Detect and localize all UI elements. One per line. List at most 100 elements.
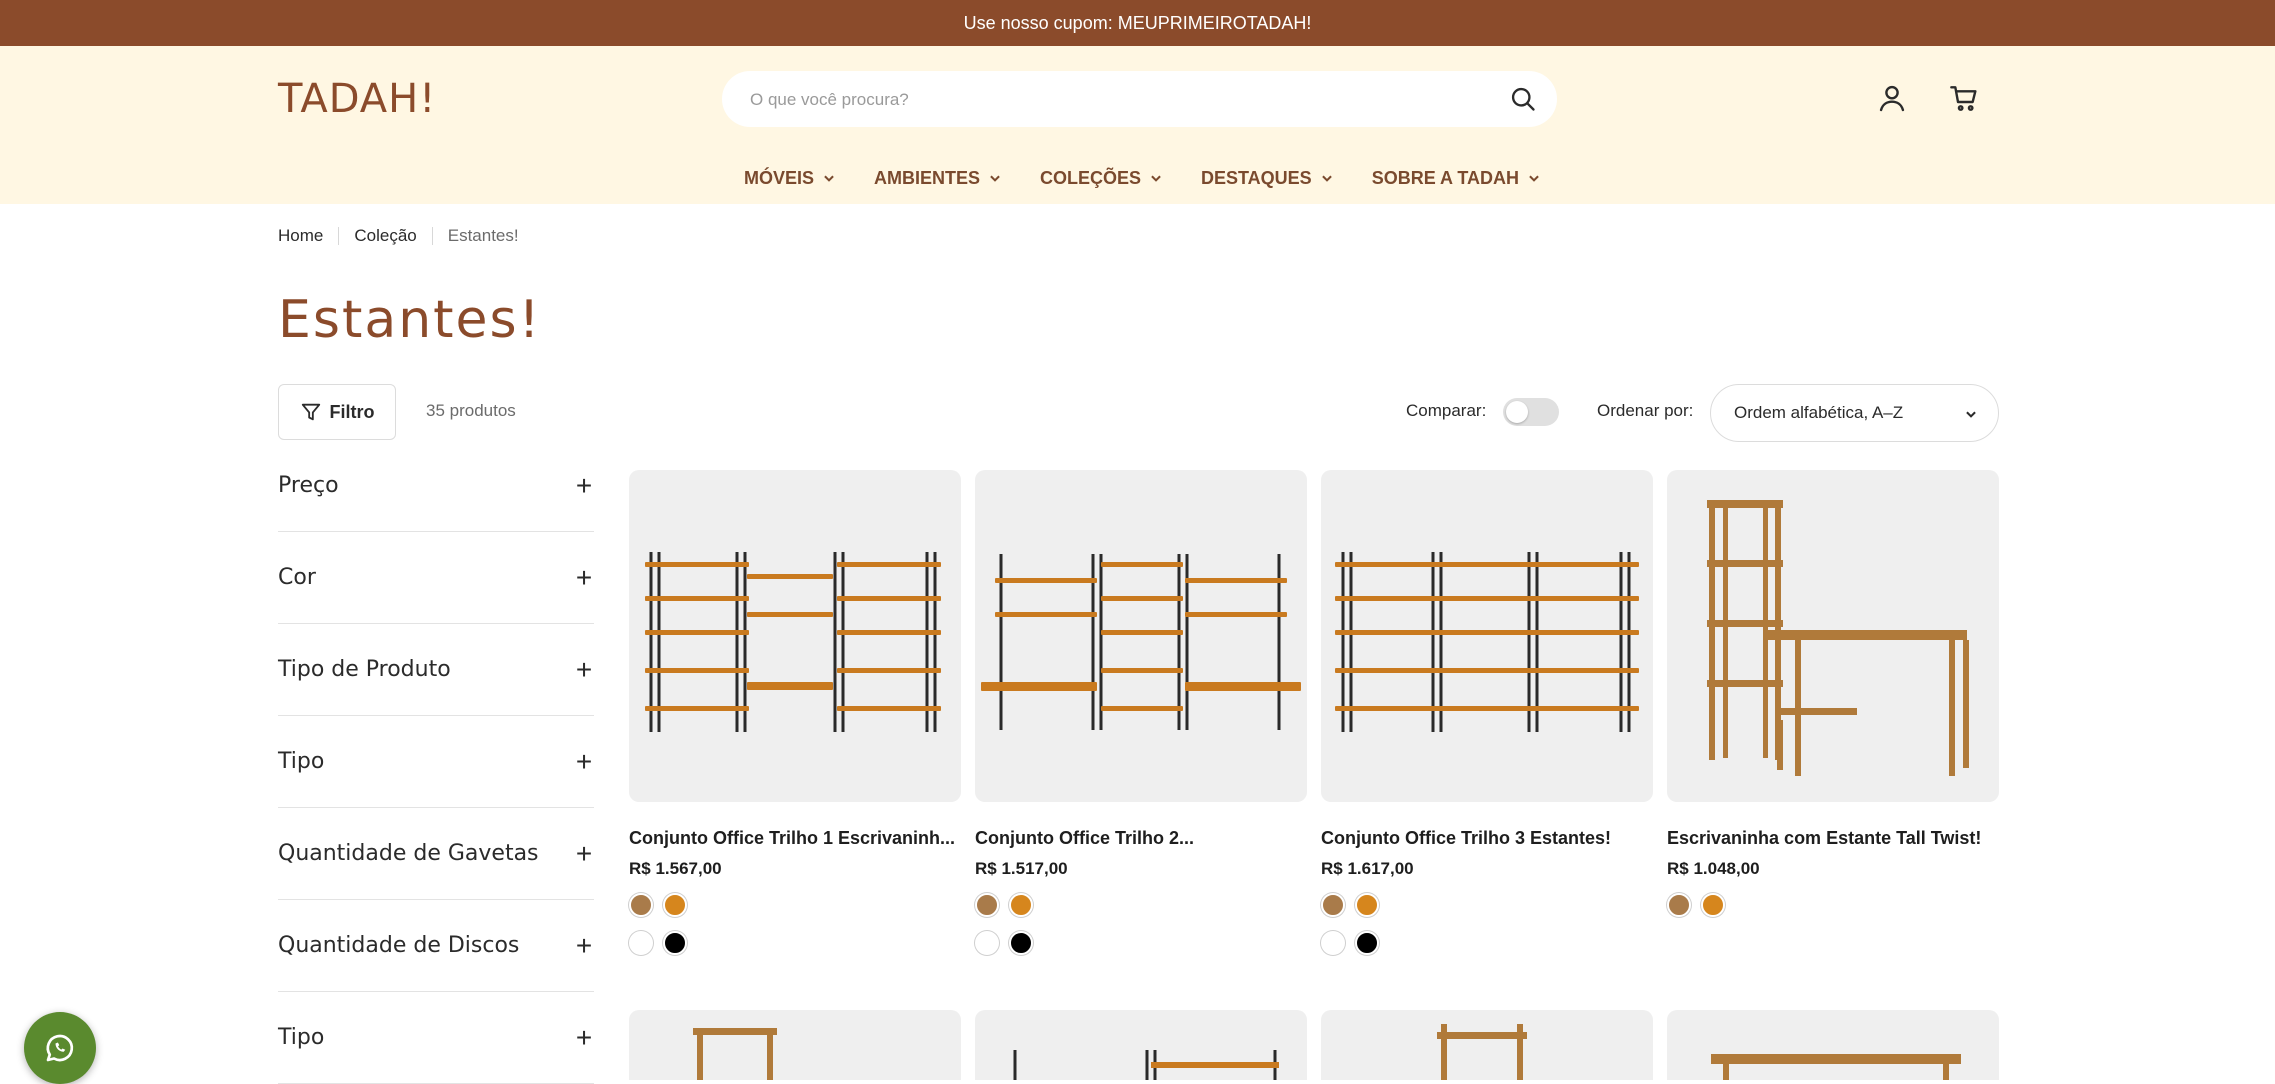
product-image[interactable] — [1667, 1010, 1999, 1080]
swatch-row — [975, 931, 1307, 955]
product-image[interactable] — [1321, 470, 1653, 802]
swatch-row — [1667, 893, 1999, 917]
site-header: TADAH! MÓVEIS AMBIENTES COLEÇÕES DESTAQU… — [0, 46, 2275, 204]
color-swatch[interactable] — [1667, 893, 1691, 917]
main-nav: MÓVEIS AMBIENTES COLEÇÕES DESTAQUES SOBR… — [0, 158, 2275, 198]
product-image[interactable] — [629, 470, 961, 802]
product-name[interactable]: Conjunto Office Trilho 3 Estantes! — [1321, 828, 1653, 849]
product-image[interactable] — [975, 1010, 1307, 1080]
color-swatch[interactable] — [1321, 893, 1345, 917]
facet-tipo-produto[interactable]: Tipo de Produto + — [278, 624, 594, 716]
product-card: Escrivaninha com Estante Tall Twist! R$ … — [1667, 470, 1999, 917]
product-card: Conjunto Office Trilho 1 Escrivaninh... … — [629, 470, 961, 955]
shelf-image — [1013, 1050, 1279, 1080]
color-swatch[interactable] — [1355, 931, 1379, 955]
toggle-knob — [1506, 401, 1528, 423]
page-title: Estantes! — [278, 290, 542, 350]
swatch-row — [629, 893, 961, 917]
color-swatch[interactable] — [663, 893, 687, 917]
product-name[interactable]: Conjunto Office Trilho 2... — [975, 828, 1307, 849]
filter-label: Filtro — [329, 401, 375, 422]
product-image[interactable] — [629, 1010, 961, 1080]
shelf-image — [981, 554, 1301, 730]
plus-icon: + — [575, 653, 593, 685]
facet-discos[interactable]: Quantidade de Discos + — [278, 900, 594, 992]
color-swatch[interactable] — [1009, 893, 1033, 917]
product-price: R$ 1.517,00 — [975, 859, 1068, 878]
plus-icon: + — [575, 1021, 593, 1053]
facet-cor[interactable]: Cor + — [278, 532, 594, 624]
whatsapp-icon — [46, 1034, 74, 1062]
announcement-bar: Use nosso cupom: MEUPRIMEIROTADAH! — [0, 0, 2275, 46]
facet-gavetas[interactable]: Quantidade de Gavetas + — [278, 808, 594, 900]
chevron-down-icon — [1151, 175, 1161, 182]
product-image[interactable] — [1321, 1010, 1653, 1080]
color-swatch[interactable] — [1355, 893, 1379, 917]
breadcrumb-divider — [431, 227, 433, 245]
shelf-image — [1437, 1024, 1527, 1080]
color-swatch[interactable] — [663, 931, 687, 955]
desk-shelf-image — [1707, 500, 1969, 776]
product-count: 35 produtos — [426, 401, 516, 420]
compare-label: Comparar: — [1406, 401, 1487, 420]
search-input[interactable] — [748, 71, 1452, 129]
chevron-down-icon — [990, 175, 1000, 182]
breadcrumb-home[interactable]: Home — [278, 226, 323, 246]
color-swatch[interactable] — [1701, 893, 1725, 917]
product-image[interactable] — [1667, 470, 1999, 802]
breadcrumb-divider — [338, 227, 340, 245]
swatch-row — [1321, 931, 1653, 955]
breadcrumb-current: Estantes! — [447, 226, 519, 245]
nav-destaques[interactable]: DESTAQUES — [1201, 158, 1334, 198]
search-bar[interactable] — [722, 71, 1557, 129]
product-name[interactable]: Escrivaninha com Estante Tall Twist! — [1667, 828, 1999, 849]
color-swatch[interactable] — [629, 931, 653, 955]
swatch-row — [629, 931, 961, 955]
chevron-down-icon — [1321, 175, 1332, 182]
plus-icon: + — [575, 837, 593, 869]
product-card: Conjunto Office Trilho 2... R$ 1.517,00 — [975, 470, 1307, 955]
nav-colecoes[interactable]: COLEÇÕES — [1040, 158, 1163, 198]
swatch-row — [1321, 893, 1653, 917]
compare-toggle[interactable] — [1503, 398, 1559, 426]
chevron-down-icon — [1966, 411, 1976, 418]
user-icon[interactable] — [1876, 82, 1908, 114]
sort-label: Ordenar por: — [1597, 401, 1694, 420]
breadcrumb-colecao[interactable]: Coleção — [354, 226, 416, 246]
whatsapp-button[interactable] — [24, 1012, 96, 1084]
product-price: R$ 1.048,00 — [1667, 859, 1760, 878]
color-swatch[interactable] — [1009, 931, 1033, 955]
facet-tipo-2[interactable]: Tipo + — [278, 992, 594, 1084]
announcement-text: Use nosso cupom: MEUPRIMEIROTADAH! — [963, 12, 1312, 33]
chevron-down-icon — [1529, 175, 1539, 182]
color-swatch[interactable] — [975, 931, 999, 955]
facet-preco[interactable]: Preço + — [278, 440, 594, 532]
color-swatch[interactable] — [1321, 931, 1345, 955]
search-icon[interactable] — [1509, 85, 1537, 113]
plus-icon: + — [575, 929, 593, 961]
plus-icon: + — [575, 745, 593, 777]
site-logo[interactable]: TADAH! — [278, 76, 436, 122]
swatch-row — [975, 893, 1307, 917]
plus-icon: + — [575, 561, 593, 593]
product-image[interactable] — [975, 470, 1307, 802]
plus-icon: + — [575, 469, 593, 501]
desk-image — [1711, 1054, 1961, 1080]
product-name[interactable]: Conjunto Office Trilho 1 Escrivaninh... — [629, 828, 961, 849]
nav-moveis[interactable]: MÓVEIS — [744, 158, 836, 198]
nav-sobre[interactable]: SOBRE A TADAH — [1372, 158, 1541, 198]
sort-select[interactable]: Ordem alfabética, A–Z — [1710, 384, 1999, 442]
cart-icon[interactable] — [1948, 82, 1980, 114]
filter-button[interactable]: Filtro — [278, 384, 396, 440]
product-card: Conjunto Office Trilho 3 Estantes! R$ 1.… — [1321, 470, 1653, 955]
facet-tipo[interactable]: Tipo + — [278, 716, 594, 808]
chevron-down-icon — [824, 175, 834, 182]
filter-icon — [301, 403, 320, 421]
product-price: R$ 1.617,00 — [1321, 859, 1414, 878]
filter-sidebar: Preço + Cor + Tipo de Produto + Tipo + Quant… — [278, 440, 594, 1084]
color-swatch[interactable] — [629, 893, 653, 917]
shelf-image — [645, 552, 941, 732]
nav-ambientes[interactable]: AMBIENTES — [874, 158, 1002, 198]
color-swatch[interactable] — [975, 893, 999, 917]
sort-value: Ordem alfabética, A–Z — [1734, 403, 1904, 422]
